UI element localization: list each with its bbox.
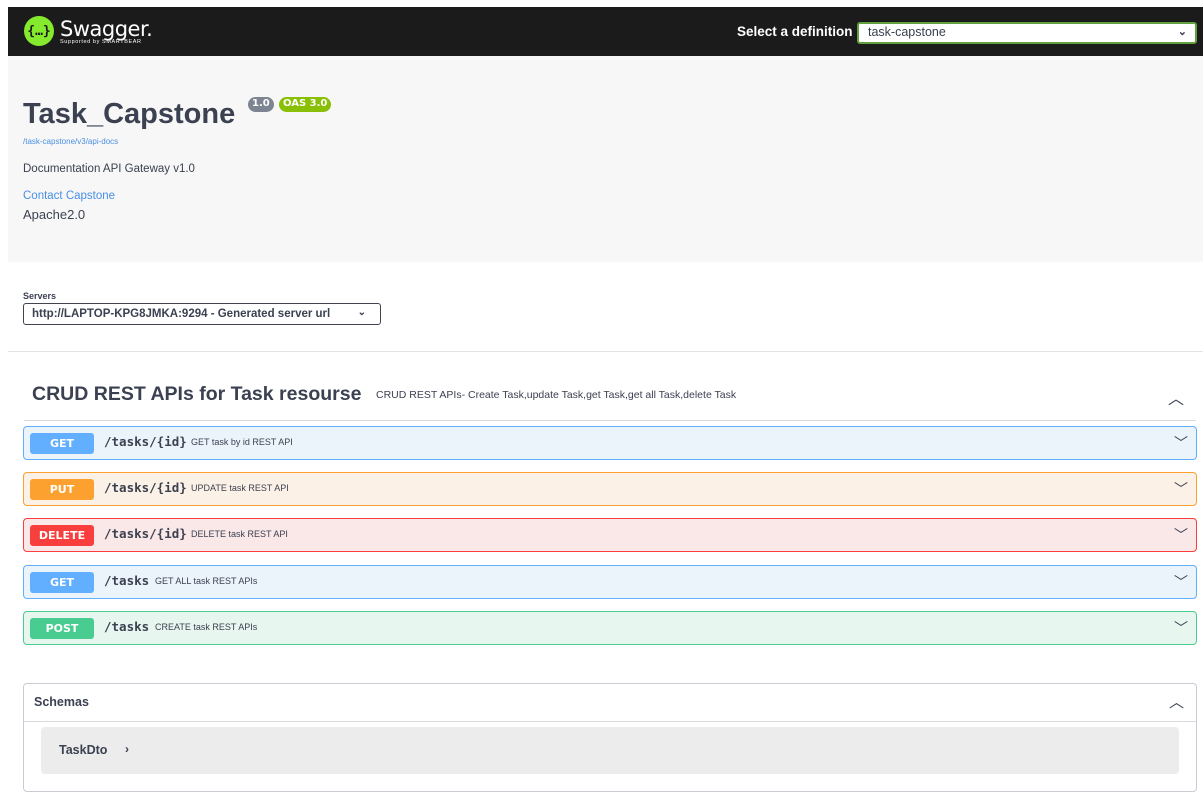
definition-select[interactable]: task-capstone ⌄ bbox=[857, 22, 1197, 44]
operation-summary: GET ALL task REST APIs bbox=[155, 576, 258, 586]
chevron-down-icon[interactable]: ﹀ bbox=[1174, 618, 1188, 638]
logo-text: Swagger. Supported by SMARTBEAR bbox=[60, 16, 153, 45]
model-name: TaskDto bbox=[59, 743, 108, 757]
chevron-up-icon[interactable]: ︿ bbox=[1169, 691, 1184, 712]
operation-summary: CREATE task REST APIs bbox=[155, 622, 258, 632]
schemas-title: Schemas bbox=[34, 695, 89, 709]
operation-get-task-by-id[interactable]: GET /tasks/{id} GET task by id REST API … bbox=[23, 426, 1197, 460]
operation-path: /tasks/{id} bbox=[104, 526, 187, 541]
api-description: Documentation API Gateway v1.0 bbox=[23, 163, 195, 175]
operation-delete-task[interactable]: DELETE /tasks/{id} DELETE task REST API … bbox=[23, 518, 1197, 552]
operation-summary: DELETE task REST API bbox=[191, 529, 288, 539]
logo-sub: Supported by SMARTBEAR bbox=[60, 38, 142, 45]
api-docs-link[interactable]: /task-capstone/v3/api-docs bbox=[23, 137, 118, 146]
schemas-header[interactable]: Schemas ︿ bbox=[24, 684, 1196, 722]
servers-label: Servers bbox=[23, 291, 57, 301]
swagger-logo[interactable]: {…} Swagger. Supported by SMARTBEAR bbox=[24, 16, 153, 46]
oas-badge: OAS 3.0 bbox=[279, 97, 332, 112]
chevron-down-icon[interactable]: ﹀ bbox=[1174, 572, 1188, 592]
tag-name: CRUD REST APIs for Task resourse bbox=[32, 383, 362, 405]
api-title: Task_Capstone bbox=[23, 98, 236, 130]
contact-link[interactable]: Contact Capstone bbox=[23, 190, 115, 202]
operation-path: /tasks bbox=[104, 619, 150, 634]
divider bbox=[8, 351, 1203, 352]
operation-post-task[interactable]: POST /tasks CREATE task REST APIs ﹀ bbox=[23, 611, 1197, 645]
method-badge: POST bbox=[30, 618, 94, 639]
operation-path: /tasks/{id} bbox=[104, 434, 187, 449]
license-text: Apache2.0 bbox=[23, 207, 86, 222]
info-section bbox=[8, 56, 1203, 262]
chevron-down-icon: ⌄ bbox=[1177, 26, 1187, 38]
chevron-down-icon[interactable]: ﹀ bbox=[1174, 433, 1188, 453]
servers-select-value: http://LAPTOP-KPG8JMKA:9294 - Generated … bbox=[32, 308, 331, 320]
operation-put-task[interactable]: PUT /tasks/{id} UPDATE task REST API ﹀ bbox=[23, 472, 1197, 506]
chevron-down-icon: ⌄ bbox=[357, 307, 366, 318]
operation-get-all-tasks[interactable]: GET /tasks GET ALL task REST APIs ﹀ bbox=[23, 565, 1197, 599]
chevron-up-icon[interactable]: ︿ bbox=[1168, 385, 1184, 409]
operation-path: /tasks bbox=[104, 573, 150, 588]
definition-label: Select a definition bbox=[737, 24, 853, 39]
tag-header[interactable]: CRUD REST APIs for Task resourse CRUD RE… bbox=[24, 381, 1196, 421]
method-badge: GET bbox=[30, 433, 94, 454]
model-taskdto[interactable]: TaskDto › bbox=[41, 727, 1179, 774]
chevron-down-icon[interactable]: ﹀ bbox=[1174, 525, 1188, 545]
swagger-logo-icon: {…} bbox=[24, 16, 54, 46]
topbar: {…} Swagger. Supported by SMARTBEAR Sele… bbox=[8, 7, 1203, 56]
version-badge: 1.0 bbox=[248, 97, 274, 112]
method-badge: GET bbox=[30, 572, 94, 593]
operation-path: /tasks/{id} bbox=[104, 480, 187, 495]
schemas-section: Schemas ︿ TaskDto › bbox=[23, 683, 1197, 792]
chevron-down-icon[interactable]: ﹀ bbox=[1174, 479, 1188, 499]
method-badge: PUT bbox=[30, 479, 94, 500]
method-badge: DELETE bbox=[30, 525, 94, 546]
tag-description: CRUD REST APIs- Create Task,update Task,… bbox=[376, 389, 737, 401]
logo-name: Swagger. bbox=[60, 16, 153, 41]
operation-summary: GET task by id REST API bbox=[191, 437, 293, 447]
chevron-right-icon[interactable]: › bbox=[125, 742, 129, 756]
definition-select-value: task-capstone bbox=[868, 25, 946, 39]
operation-summary: UPDATE task REST API bbox=[191, 483, 289, 493]
servers-select[interactable]: http://LAPTOP-KPG8JMKA:9294 - Generated … bbox=[23, 303, 381, 325]
